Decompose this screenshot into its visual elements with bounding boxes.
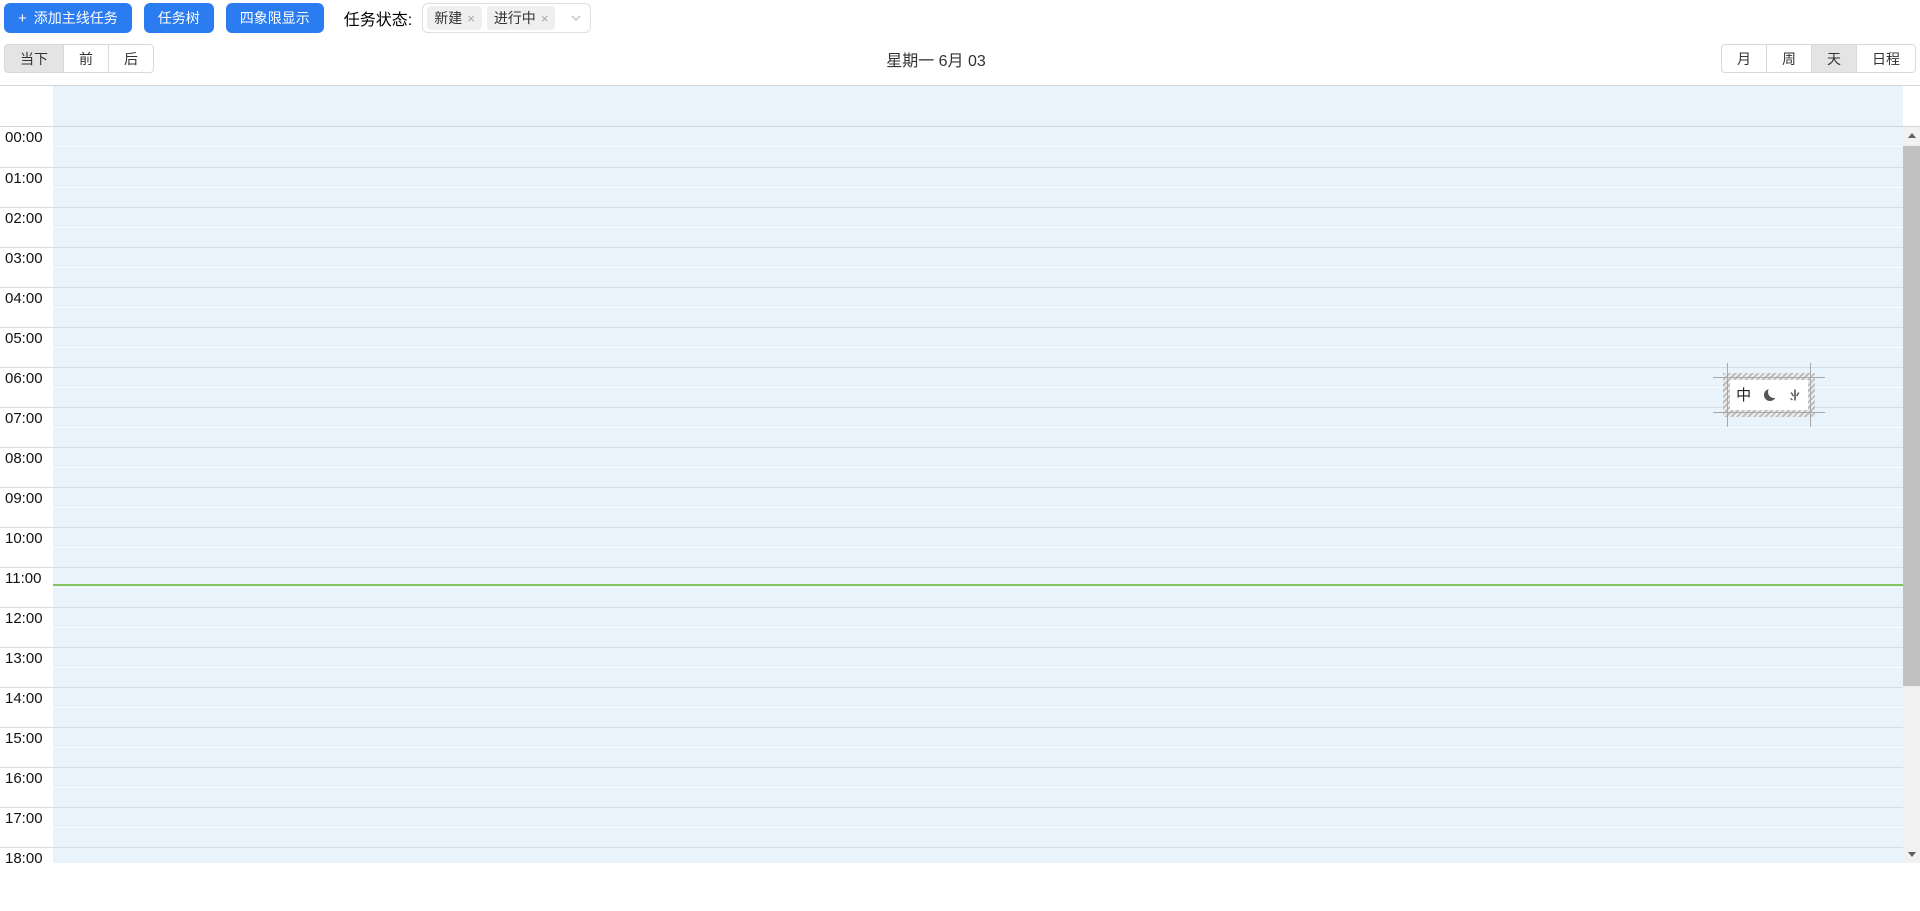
- hour-cell[interactable]: [53, 648, 1920, 687]
- calendar-header: 当下 前 后 星期一 6月 03 月 周 天 日程: [0, 44, 1920, 73]
- chevron-down-icon[interactable]: [571, 13, 581, 23]
- hour-label: 12:00: [0, 608, 53, 647]
- hour-cell[interactable]: [53, 208, 1920, 247]
- hour-label: 14:00: [0, 688, 53, 727]
- day-calendar: 00:00 01:00 02:00 03:00 04:00 05:00 06:00 07:00…: [0, 85, 1920, 863]
- hour-label: 06:00: [0, 368, 53, 407]
- ime-language-bar[interactable]: 中: [1713, 363, 1825, 427]
- plus-icon: +: [18, 9, 27, 27]
- hour-label: 09:00: [0, 488, 53, 527]
- hour-label: 05:00: [0, 328, 53, 367]
- hour-cell[interactable]: [53, 408, 1920, 447]
- hour-label: 11:00: [0, 568, 53, 607]
- tag-remove-icon[interactable]: ×: [467, 12, 475, 25]
- hour-label: 03:00: [0, 248, 53, 287]
- hour-row: 02:00: [0, 207, 1920, 247]
- hour-cell[interactable]: [53, 168, 1920, 207]
- status-tag-label: 进行中: [493, 10, 536, 26]
- hour-row: 00:00: [0, 127, 1920, 167]
- hour-row: 18:00: [0, 847, 1920, 863]
- hour-row: 08:00: [0, 447, 1920, 487]
- quadrant-display-button[interactable]: 四象限显示: [225, 3, 324, 33]
- hour-cell[interactable]: [53, 288, 1920, 327]
- ime-chinese-mode-icon[interactable]: 中: [1736, 388, 1751, 403]
- task-status-select[interactable]: 新建 × 进行中 ×: [422, 3, 592, 33]
- hour-cell[interactable]: [53, 328, 1920, 367]
- all-day-row: [0, 86, 1920, 126]
- view-week-button[interactable]: 周: [1766, 44, 1812, 73]
- arrow-up-icon: [1907, 133, 1916, 138]
- hour-label: 08:00: [0, 448, 53, 487]
- hour-row: 15:00: [0, 727, 1920, 767]
- scrollbar-thumb[interactable]: [1903, 146, 1920, 686]
- hour-row: 01:00: [0, 167, 1920, 207]
- task-tree-button[interactable]: 任务树: [143, 3, 214, 33]
- vertical-scrollbar[interactable]: [1903, 127, 1920, 863]
- hour-row: 12:00: [0, 607, 1920, 647]
- hour-label: 16:00: [0, 768, 53, 807]
- ime-fullwidth-moon-icon[interactable]: [1764, 389, 1776, 401]
- top-toolbar: + 添加主线任务 任务树 四象限显示 任务状态: 新建 × 进行中 ×: [4, 3, 592, 33]
- status-tag-inprogress[interactable]: 进行中 ×: [486, 6, 556, 30]
- status-tag-new[interactable]: 新建 ×: [427, 6, 482, 30]
- hour-cell[interactable]: [53, 127, 1920, 167]
- hour-cell[interactable]: [53, 568, 1920, 607]
- add-main-task-button[interactable]: + 添加主线任务: [4, 3, 132, 33]
- hour-row: 07:00: [0, 407, 1920, 447]
- hour-cell[interactable]: [53, 768, 1920, 807]
- hour-row: 09:00: [0, 487, 1920, 527]
- current-time-indicator: [53, 584, 1903, 586]
- scroll-down-button[interactable]: [1903, 846, 1920, 863]
- hour-label: 10:00: [0, 528, 53, 567]
- task-status-label: 任务状态:: [343, 12, 413, 29]
- hour-cell[interactable]: [53, 488, 1920, 527]
- hour-cell[interactable]: [53, 368, 1920, 407]
- view-button-group: 月 周 天 日程: [1721, 44, 1916, 73]
- hour-cell[interactable]: [53, 848, 1920, 863]
- hour-row: 03:00: [0, 247, 1920, 287]
- hour-cell[interactable]: [53, 248, 1920, 287]
- hour-cell[interactable]: [53, 728, 1920, 767]
- hour-cell[interactable]: [53, 448, 1920, 487]
- scrollbar-corner: [1903, 86, 1920, 126]
- all-day-cell[interactable]: [53, 86, 1903, 126]
- hour-row: 13:00: [0, 647, 1920, 687]
- ime-punctuation-icon[interactable]: [1788, 388, 1802, 402]
- hour-label: 13:00: [0, 648, 53, 687]
- hour-row: 17:00: [0, 807, 1920, 847]
- status-tag-label: 新建: [434, 10, 463, 26]
- hour-label: 00:00: [0, 127, 53, 167]
- ime-bar-inner: 中: [1730, 380, 1808, 410]
- hour-label: 18:00: [0, 848, 53, 863]
- hour-label: 17:00: [0, 808, 53, 847]
- hour-cell[interactable]: [53, 608, 1920, 647]
- view-day-button[interactable]: 天: [1811, 44, 1857, 73]
- hour-row: 06:00: [0, 367, 1920, 407]
- time-grid-rows: 00:00 01:00 02:00 03:00 04:00 05:00 06:00 07:00…: [0, 127, 1920, 863]
- hour-cell[interactable]: [53, 808, 1920, 847]
- hour-cell[interactable]: [53, 528, 1920, 567]
- hour-row: 05:00: [0, 327, 1920, 367]
- calendar-title: 星期一 6月 03: [886, 53, 986, 70]
- view-month-button[interactable]: 月: [1721, 44, 1767, 73]
- hour-row: 14:00: [0, 687, 1920, 727]
- all-day-gutter: [0, 86, 53, 126]
- hour-row: 10:00: [0, 527, 1920, 567]
- hour-row: 04:00: [0, 287, 1920, 327]
- hour-row: 16:00: [0, 767, 1920, 807]
- view-schedule-button[interactable]: 日程: [1856, 44, 1916, 73]
- hour-row: 11:00: [0, 567, 1920, 607]
- hour-label: 01:00: [0, 168, 53, 207]
- tag-remove-icon[interactable]: ×: [541, 12, 549, 25]
- arrow-down-icon: [1907, 852, 1916, 857]
- scroll-up-button[interactable]: [1903, 127, 1920, 144]
- hour-label: 15:00: [0, 728, 53, 767]
- hour-label: 07:00: [0, 408, 53, 447]
- hour-label: 02:00: [0, 208, 53, 247]
- add-main-task-label: 添加主线任务: [33, 10, 118, 26]
- hour-label: 04:00: [0, 288, 53, 327]
- time-grid-viewport: 00:00 01:00 02:00 03:00 04:00 05:00 06:00 07:00…: [0, 126, 1920, 863]
- hour-cell[interactable]: [53, 688, 1920, 727]
